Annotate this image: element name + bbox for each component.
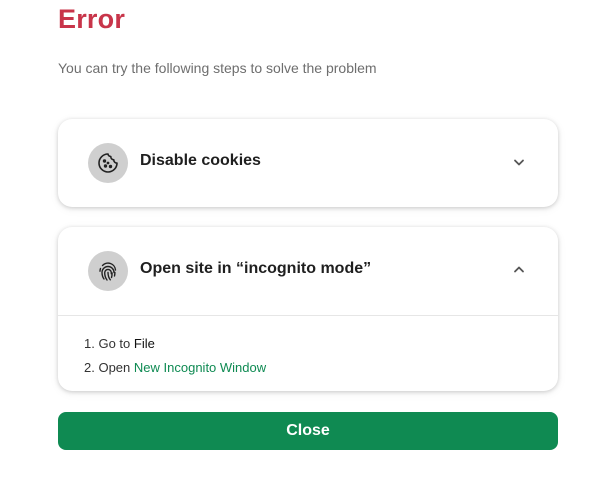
step-item: 1. Go to File bbox=[84, 332, 266, 356]
steps-list: 1. Go to File 2. Open New Incognito Wind… bbox=[84, 332, 266, 380]
option-card-incognito: Open site in “incognito mode” 1. Go to F… bbox=[58, 227, 558, 391]
option-label: Open site in “incognito mode” bbox=[140, 260, 372, 277]
fingerprint-icon bbox=[88, 251, 128, 291]
close-button[interactable]: Close bbox=[58, 412, 558, 450]
dialog-subtitle: You can try the following steps to solve… bbox=[58, 60, 377, 76]
chevron-up-icon bbox=[514, 266, 524, 273]
dialog-title: Error bbox=[58, 4, 126, 34]
step-prefix: Open bbox=[98, 360, 131, 375]
cookie-icon bbox=[88, 143, 128, 183]
step-target-file: File bbox=[133, 336, 155, 351]
chevron-down-icon bbox=[514, 159, 524, 166]
step-number: 2. bbox=[84, 360, 95, 375]
step-item: 2. Open New Incognito Window bbox=[84, 356, 266, 380]
step-number: 1. bbox=[84, 336, 95, 351]
option-header-incognito[interactable]: Open site in “incognito mode” bbox=[58, 227, 558, 315]
option-card-disable-cookies: Disable cookies bbox=[58, 119, 558, 207]
divider bbox=[58, 315, 558, 316]
step-prefix: Go to bbox=[98, 336, 131, 351]
option-header-disable-cookies[interactable]: Disable cookies bbox=[58, 119, 558, 207]
new-incognito-window-link[interactable]: New Incognito Window bbox=[134, 360, 266, 375]
option-label: Disable cookies bbox=[140, 152, 261, 169]
